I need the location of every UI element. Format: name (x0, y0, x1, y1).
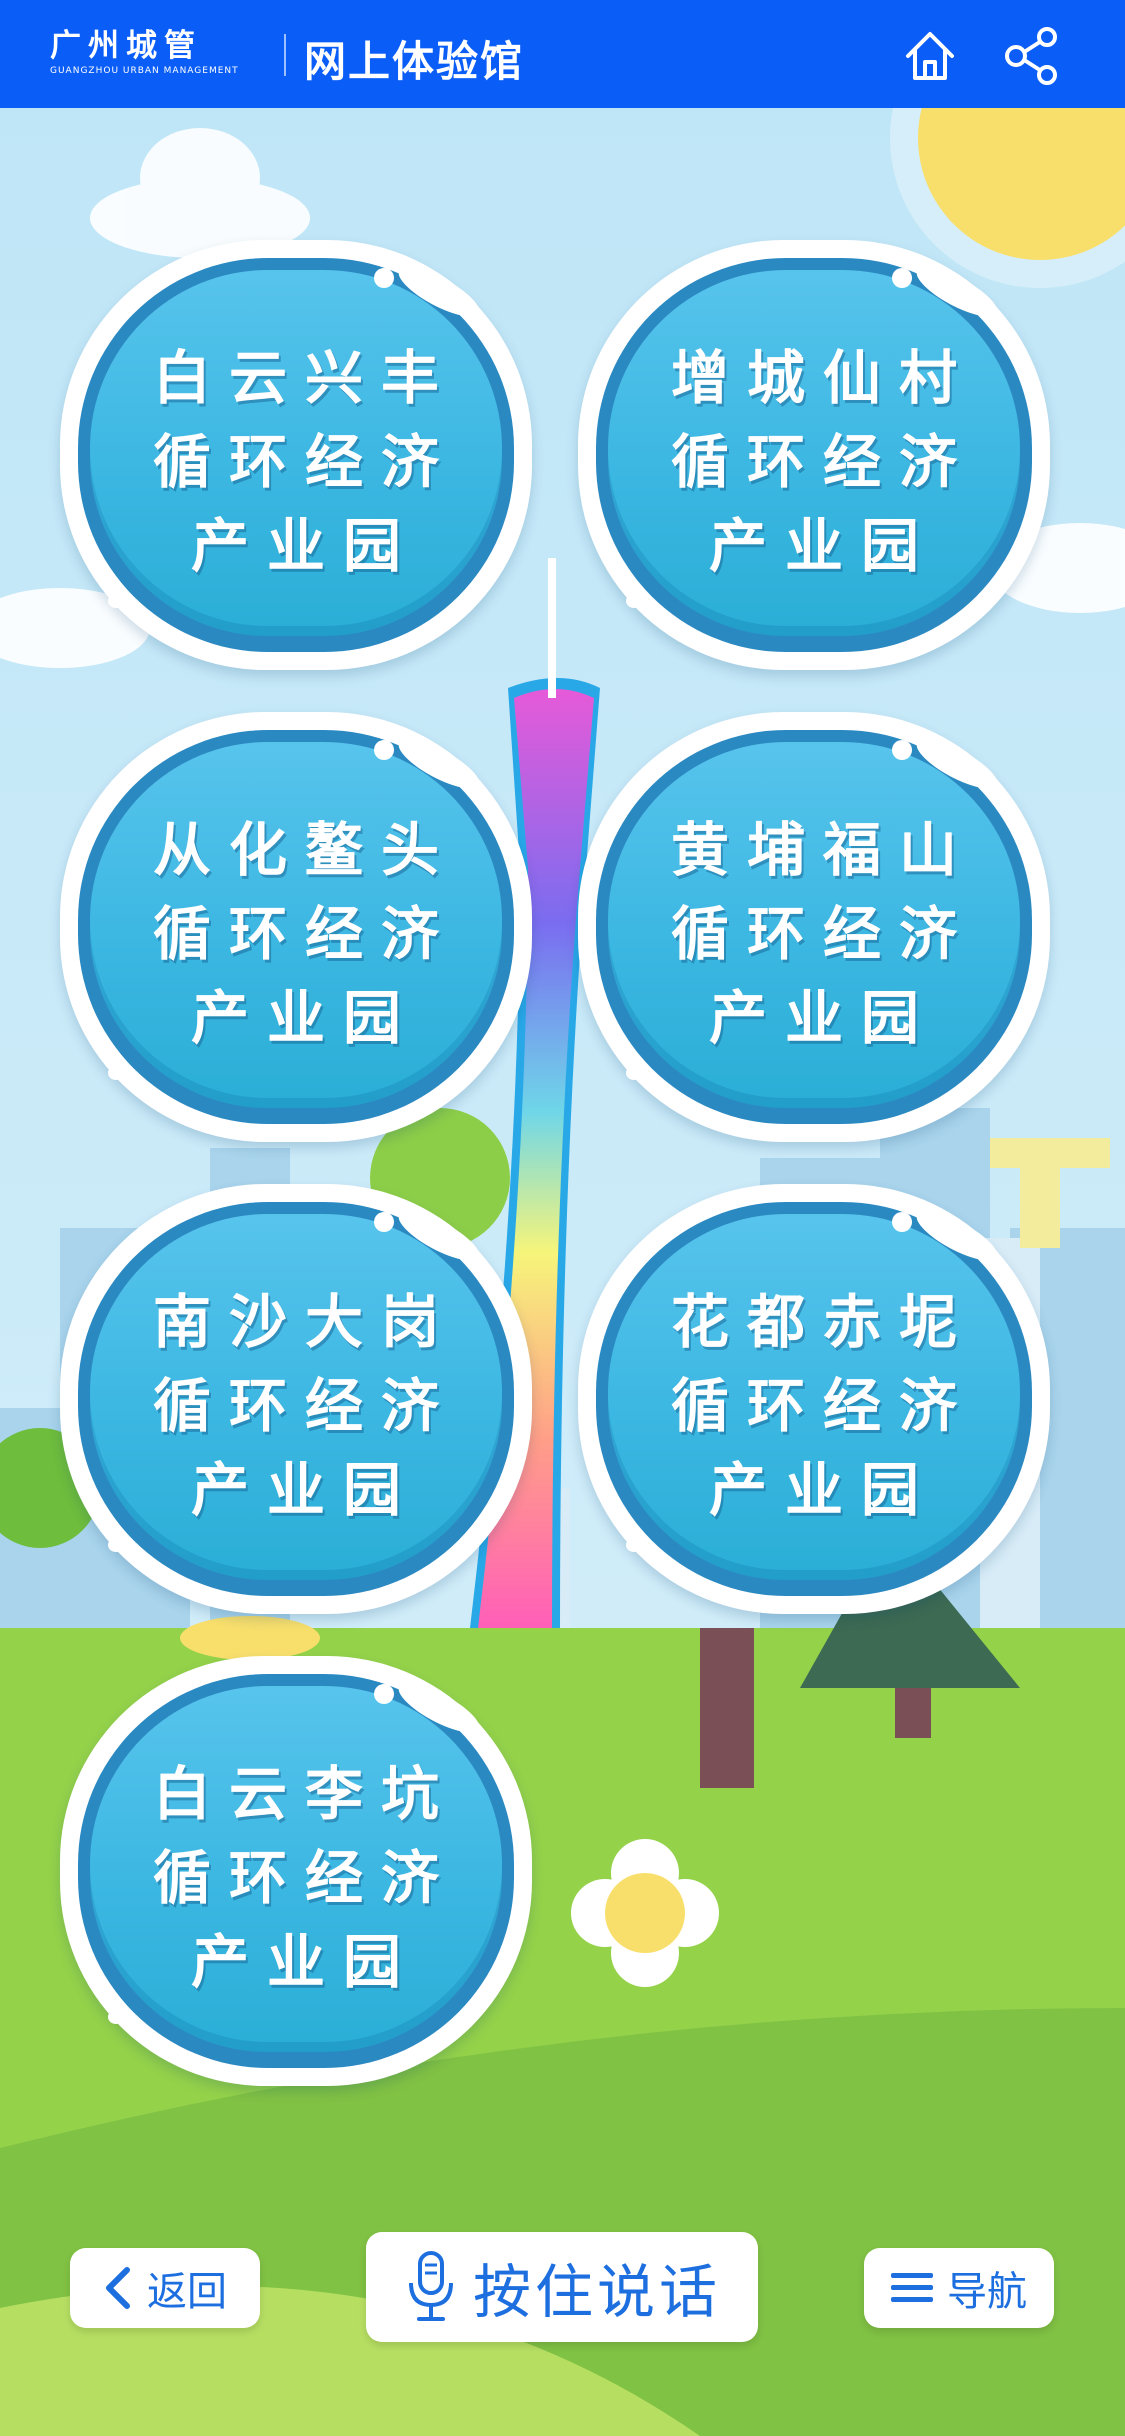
park-label: 黄埔福山 循环经济 产业园 (670, 816, 975, 1052)
nav-label: 导航 (947, 2269, 1027, 2315)
park-button-conghua-aotou[interactable]: 从化鳌头 循环经济 产业园 (60, 712, 532, 1142)
park-label: 白云李坑 循环经济 产业园 (152, 1760, 457, 1996)
back-label: 返回 (147, 2269, 227, 2315)
home-icon (906, 32, 954, 80)
logo-chinese: 广州城管 (50, 28, 202, 64)
park-button-baiyun-xingfeng[interactable]: 白云兴丰 循环经济 产业园 (60, 240, 532, 670)
park-label: 白云兴丰 循环经济 产业园 (152, 344, 457, 580)
navigation-button[interactable]: 导航 (864, 2248, 1054, 2328)
park-button-baiyun-likeng[interactable]: 白云李坑 循环经济 产业园 (60, 1656, 532, 2086)
park-button-zengcheng-xiancun[interactable]: 增城仙村 循环经济 产业园 (578, 240, 1050, 670)
chevron-left-icon (103, 2266, 133, 2310)
park-label: 增城仙村 循环经济 产业园 (670, 344, 975, 580)
park-label: 从化鳌头 循环经济 产业园 (152, 816, 457, 1052)
park-button-huangpu-fushan[interactable]: 黄埔福山 循环经济 产业园 (578, 712, 1050, 1142)
park-label: 南沙大岗 循环经济 产业园 (152, 1288, 457, 1524)
talk-label: 按住说话 (472, 2258, 721, 2326)
share-button[interactable] (1002, 26, 1062, 86)
park-button-nansha-dagang[interactable]: 南沙大岗 循环经济 产业园 (60, 1184, 532, 1614)
hold-to-talk-button[interactable]: 按住说话 (366, 2232, 758, 2342)
back-button[interactable]: 返回 (70, 2248, 260, 2328)
share-icon (1005, 27, 1057, 85)
park-button-huadu-chini[interactable]: 花都赤坭 循环经济 产业园 (578, 1184, 1050, 1614)
logo-english: GUANGZHOU URBAN MANAGEMENT (50, 66, 239, 76)
menu-icon (891, 2271, 933, 2305)
park-label: 花都赤坭 循环经济 产业园 (670, 1288, 975, 1524)
microphone-icon (403, 2249, 459, 2325)
top-header: 广州城管 GUANGZHOU URBAN MANAGEMENT 网上体验馆 (0, 0, 1125, 108)
home-button[interactable] (900, 26, 960, 86)
header-divider (284, 34, 286, 76)
logo: 广州城管 GUANGZHOU URBAN MANAGEMENT (50, 28, 255, 76)
page-title: 网上体验馆 (304, 37, 525, 86)
